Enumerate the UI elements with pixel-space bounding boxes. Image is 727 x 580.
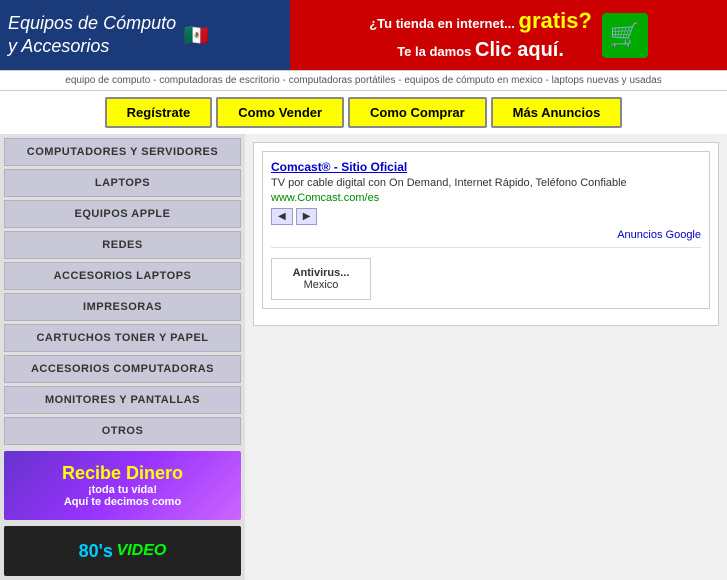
header-banner[interactable]: ¿Tu tienda en internet... gratis? Te la … xyxy=(290,0,727,70)
sidebar-item-accesorios-computadoras[interactable]: ACCESORIOS COMPUTADORAS xyxy=(4,355,241,383)
main-ad: Comcast® - Sitio Oficial TV por cable di… xyxy=(262,151,710,309)
ad-description: TV por cable digital con On Demand, Inte… xyxy=(271,177,701,189)
secondary-ad[interactable]: Antivirus... Mexico xyxy=(271,258,371,300)
banner-text: ¿Tu tienda en internet... gratis? Te la … xyxy=(369,6,592,65)
flag-icon: 🇲🇽 xyxy=(184,23,209,48)
como-vender-button[interactable]: Como Vender xyxy=(216,97,344,128)
mas-anuncios-button[interactable]: Más Anuncios xyxy=(491,97,623,128)
breadcrumb: equipo de computo - computadoras de escr… xyxy=(0,70,727,91)
ad-navigation: ◀ ▶ xyxy=(271,208,701,225)
header-logo: Equipos de Cómputo y Accesorios 🇲🇽 xyxy=(0,0,290,70)
ad-forward-button[interactable]: ▶ xyxy=(296,208,318,225)
content-area: Comcast® - Sitio Oficial TV por cable di… xyxy=(245,134,727,580)
secondary-ad-subtitle: Mexico xyxy=(280,279,362,291)
nav-bar: Regístrate Como Vender Como Comprar Más … xyxy=(0,91,727,134)
header: Equipos de Cómputo y Accesorios 🇲🇽 ¿Tu t… xyxy=(0,0,727,70)
sidebar: COMPUTADORES Y SERVIDORES LAPTOPS EQUIPO… xyxy=(0,134,245,580)
sidebar-item-cartuchos[interactable]: CARTUCHOS TONER Y PAPEL xyxy=(4,324,241,352)
main-content: COMPUTADORES Y SERVIDORES LAPTOPS EQUIPO… xyxy=(0,134,727,580)
secondary-ad-title: Antivirus... xyxy=(280,267,362,279)
ad-url: www.Comcast.com/es xyxy=(271,192,701,204)
sidebar-item-monitores[interactable]: MONITORES Y PANTALLAS xyxy=(4,386,241,414)
sidebar-item-computadores[interactable]: COMPUTADORES Y SERVIDORES xyxy=(4,138,241,166)
sidebar-item-apple[interactable]: EQUIPOS APPLE xyxy=(4,200,241,228)
sidebar-banner-video[interactable]: 80's VIDEO xyxy=(4,526,241,576)
como-comprar-button[interactable]: Como Comprar xyxy=(348,97,487,128)
cart-icon: 🛒 xyxy=(602,13,648,58)
sidebar-banner-recibe[interactable]: Recibe Dinero ¡toda tu vida! Aquí te dec… xyxy=(4,451,241,520)
site-title: Equipos de Cómputo y Accesorios xyxy=(8,12,176,59)
ad-back-button[interactable]: ◀ xyxy=(271,208,293,225)
sidebar-item-otros[interactable]: OTROS xyxy=(4,417,241,445)
ad-container: Comcast® - Sitio Oficial TV por cable di… xyxy=(253,142,719,326)
sidebar-item-redes[interactable]: REDES xyxy=(4,231,241,259)
sidebar-item-laptops[interactable]: LAPTOPS xyxy=(4,169,241,197)
sidebar-item-impresoras[interactable]: IMPRESORAS xyxy=(4,293,241,321)
ads-google-label: Anuncios Google xyxy=(271,229,701,241)
registrate-button[interactable]: Regístrate xyxy=(105,97,213,128)
sidebar-item-accesorios-laptops[interactable]: ACCESORIOS LAPTOPS xyxy=(4,262,241,290)
ad-divider xyxy=(271,247,701,248)
ad-title-link[interactable]: Comcast® - Sitio Oficial xyxy=(271,160,407,174)
